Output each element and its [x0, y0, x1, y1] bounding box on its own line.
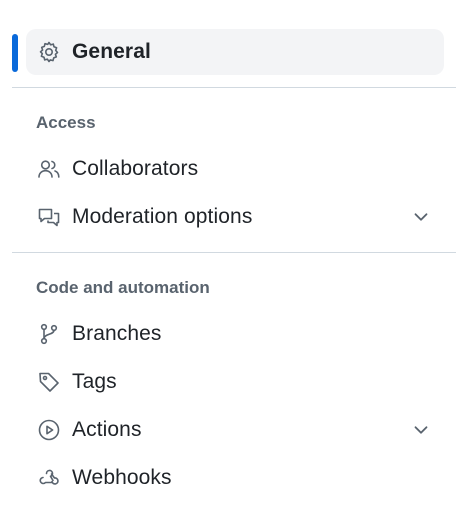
chevron-down-icon[interactable] [410, 206, 432, 228]
sidebar-item-general[interactable]: General [26, 29, 444, 75]
sidebar-item-label: Moderation options [72, 205, 253, 228]
sidebar-item-collaborators[interactable]: Collaborators [26, 146, 444, 192]
sidebar-item-label: Branches [72, 322, 162, 345]
sidebar-item-actions[interactable]: Actions [26, 407, 444, 453]
divider [12, 87, 456, 88]
sidebar-item-webhooks[interactable]: Webhooks [26, 455, 444, 501]
report-icon [34, 202, 64, 232]
section-heading-access: Access [36, 113, 96, 132]
git-branch-icon [34, 319, 64, 349]
gear-icon [34, 37, 64, 67]
sidebar-item-label: Webhooks [72, 466, 172, 489]
sidebar-item-branches[interactable]: Branches [26, 311, 444, 357]
sidebar-item-label: Actions [72, 418, 142, 441]
section-heading-code-automation: Code and automation [36, 278, 210, 297]
sidebar-item-label: Collaborators [72, 157, 199, 180]
webhook-icon [34, 463, 64, 493]
chevron-down-icon[interactable] [410, 419, 432, 441]
play-icon [34, 415, 64, 445]
settings-sidebar: General Access Collaborators Moderation … [0, 0, 462, 512]
sidebar-item-moderation-options[interactable]: Moderation options [26, 194, 444, 240]
sidebar-item-label: Tags [72, 370, 117, 393]
people-icon [34, 154, 64, 184]
tag-icon [34, 367, 64, 397]
active-indicator [12, 34, 18, 72]
divider [12, 252, 456, 253]
sidebar-item-label: General [72, 40, 151, 63]
sidebar-item-tags[interactable]: Tags [26, 359, 444, 405]
